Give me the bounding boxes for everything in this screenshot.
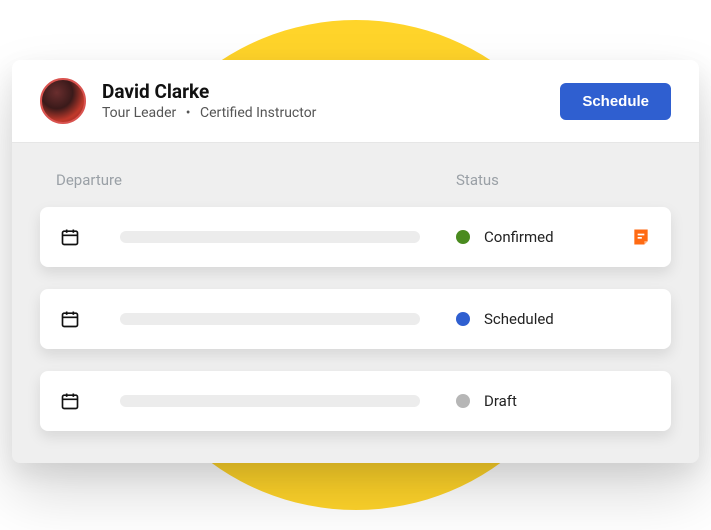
column-headers: Departure Status bbox=[40, 163, 671, 207]
calendar-icon bbox=[60, 309, 80, 329]
status-label: Confirmed bbox=[484, 228, 554, 246]
departure-placeholder bbox=[120, 313, 420, 325]
calendar-icon bbox=[60, 391, 80, 411]
status-cell: Scheduled bbox=[456, 310, 651, 328]
status-dot bbox=[456, 312, 470, 326]
schedule-button[interactable]: Schedule bbox=[560, 83, 671, 120]
identity-block: David Clarke Tour Leader • Certified Ins… bbox=[102, 81, 560, 122]
column-status: Status bbox=[456, 171, 655, 189]
table-row[interactable]: Scheduled bbox=[40, 289, 671, 349]
user-badge: Certified Instructor bbox=[200, 105, 316, 121]
note-icon[interactable] bbox=[631, 227, 651, 247]
column-departure: Departure bbox=[56, 171, 456, 189]
avatar[interactable] bbox=[40, 78, 86, 124]
departure-placeholder bbox=[120, 231, 420, 243]
status-label: Scheduled bbox=[484, 310, 554, 328]
status-dot bbox=[456, 230, 470, 244]
card-header: David Clarke Tour Leader • Certified Ins… bbox=[12, 60, 699, 143]
status-cell: Draft bbox=[456, 392, 651, 410]
table-row[interactable]: Confirmed bbox=[40, 207, 671, 267]
departure-placeholder bbox=[120, 395, 420, 407]
table-area: Departure Status Confirmed bbox=[12, 143, 699, 463]
calendar-icon bbox=[60, 227, 80, 247]
user-role: Tour Leader bbox=[102, 105, 176, 121]
status-dot bbox=[456, 394, 470, 408]
table-row[interactable]: Draft bbox=[40, 371, 671, 431]
status-label: Draft bbox=[484, 392, 517, 410]
separator-dot: • bbox=[186, 105, 191, 121]
user-meta: Tour Leader • Certified Instructor bbox=[102, 105, 560, 121]
status-cell: Confirmed bbox=[456, 228, 631, 246]
user-name: David Clarke bbox=[102, 81, 560, 104]
schedule-card: David Clarke Tour Leader • Certified Ins… bbox=[12, 60, 699, 463]
